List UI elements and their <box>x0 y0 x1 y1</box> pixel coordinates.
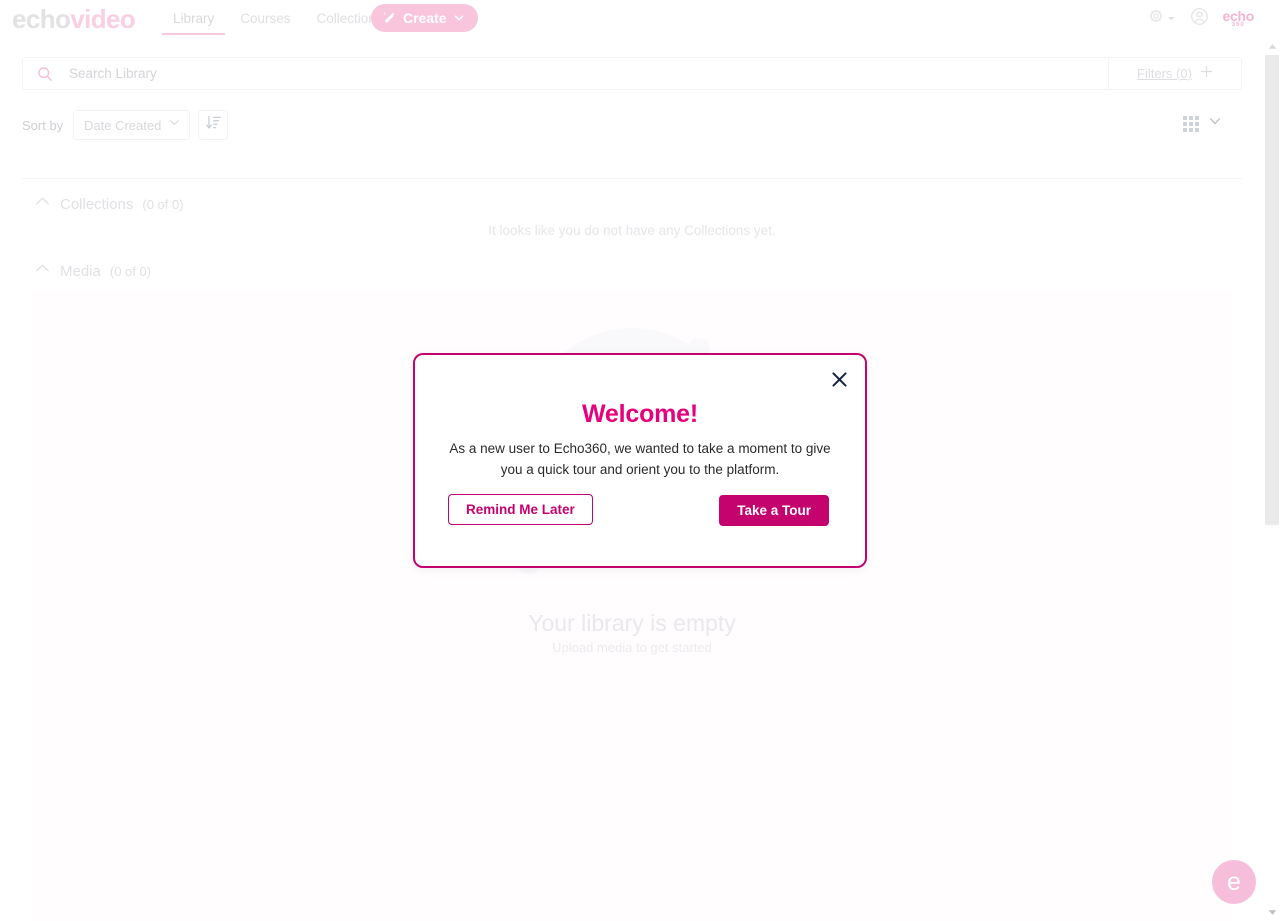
tab-courses[interactable]: Courses <box>227 1 303 37</box>
tab-library-label: Library <box>173 10 215 26</box>
collections-empty-message: It looks like you do not have any Collec… <box>488 223 776 238</box>
search-bar: Filters (0) <box>22 57 1242 90</box>
media-section-title: Media <box>60 262 101 280</box>
chevron-up-icon <box>34 260 51 282</box>
magic-wand-icon <box>382 11 397 26</box>
grid-view-icon <box>1183 115 1199 132</box>
scrollbar-down-arrow[interactable] <box>1264 904 1280 921</box>
tab-courses-label: Courses <box>240 10 291 26</box>
remind-me-later-button[interactable]: Remind Me Later <box>448 494 593 525</box>
scrollbar-up-arrow[interactable] <box>1264 38 1280 55</box>
chevron-down-icon <box>453 12 465 24</box>
collections-section-header[interactable]: Collections (0 of 0) <box>34 193 184 215</box>
media-section-count: (0 of 0) <box>109 263 152 279</box>
tab-library[interactable]: Library <box>160 1 227 37</box>
filters-button[interactable]: Filters (0) <box>1108 58 1241 89</box>
create-button[interactable]: Create <box>371 4 478 32</box>
echo360-logo-360: 360 <box>1231 22 1245 28</box>
collections-section-count: (0 of 0) <box>142 196 184 212</box>
chevron-down-icon <box>1167 10 1176 28</box>
brand-video-text: video <box>70 4 136 34</box>
gear-icon <box>1148 8 1164 29</box>
sort-toolbar: Sort by Date Created <box>0 108 1264 146</box>
toolbar-divider <box>22 178 1242 179</box>
help-assistant-button[interactable]: e <box>1212 860 1256 904</box>
chevron-up-icon <box>34 193 51 215</box>
nav-tabs: Library Courses Collections <box>160 0 396 37</box>
settings-menu-button[interactable] <box>1148 8 1176 29</box>
collections-section-title: Collections <box>60 195 134 213</box>
plus-icon <box>1200 65 1213 83</box>
top-navigation-bar: echovideo Library Courses Collections Cr… <box>0 0 1264 37</box>
echo360-logo[interactable]: echo 360 <box>1222 8 1255 28</box>
view-mode-toggle[interactable] <box>1183 114 1222 133</box>
page-scrollbar[interactable] <box>1264 0 1280 921</box>
help-assistant-label: e <box>1227 867 1241 896</box>
chevron-down-icon <box>1208 114 1222 133</box>
filters-label: Filters (0) <box>1137 66 1192 81</box>
scrollbar-thumb[interactable] <box>1265 55 1279 525</box>
sort-field-value: Date Created <box>84 117 162 133</box>
welcome-modal: Welcome! As a new user to Echo360, we wa… <box>413 353 867 568</box>
echovideo-logo[interactable]: echovideo <box>12 4 136 34</box>
create-button-label: Create <box>403 10 447 26</box>
user-profile-button[interactable] <box>1190 7 1209 31</box>
user-account-icon <box>1190 7 1209 31</box>
sort-descending-icon <box>205 114 222 136</box>
brand-echo-text: echo <box>12 4 71 34</box>
media-section-header[interactable]: Media (0 of 0) <box>34 260 151 282</box>
take-a-tour-button[interactable]: Take a Tour <box>719 495 829 526</box>
echo360-logo-echo: echo <box>1222 8 1255 24</box>
media-empty-subtitle: Upload media to get started <box>552 640 712 655</box>
sort-field-select[interactable]: Date Created <box>73 110 190 140</box>
nav-right-actions: echo 360 <box>1148 0 1254 37</box>
search-input[interactable] <box>67 58 1108 89</box>
scrollbar-track[interactable] <box>1264 55 1280 904</box>
sort-by-label: Sort by <box>22 118 64 133</box>
welcome-modal-title: Welcome! <box>581 400 699 428</box>
app-root: echovideo Library Courses Collections Cr… <box>0 0 1280 921</box>
search-icon <box>23 58 67 89</box>
welcome-modal-body: As a new user to Echo360, we wanted to t… <box>449 441 831 477</box>
sort-direction-button[interactable] <box>198 110 228 140</box>
close-icon[interactable] <box>828 368 850 390</box>
chevron-down-icon <box>168 116 181 134</box>
media-empty-title: Your library is empty <box>528 610 736 636</box>
welcome-modal-actions: Remind Me Later Take a Tour <box>448 493 832 526</box>
